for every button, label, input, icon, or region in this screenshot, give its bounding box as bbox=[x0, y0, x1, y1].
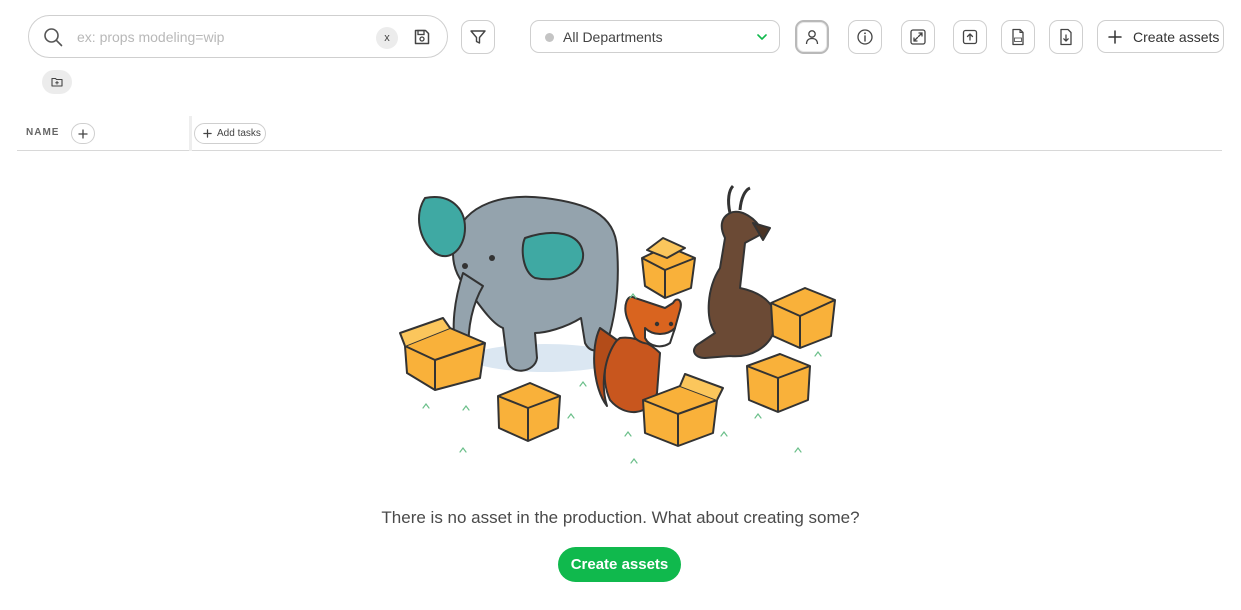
table-header: NAME Add tasks bbox=[17, 116, 1222, 151]
filter-button[interactable] bbox=[461, 20, 495, 54]
create-assets-label: Create assets bbox=[1133, 28, 1220, 45]
add-tasks-label: Add tasks bbox=[217, 128, 261, 139]
export-csv-button[interactable] bbox=[1001, 20, 1035, 54]
department-color-dot bbox=[545, 33, 554, 42]
info-button[interactable] bbox=[848, 20, 882, 54]
filter-icon bbox=[470, 30, 486, 44]
department-select-label: All Departments bbox=[563, 29, 663, 45]
search-input[interactable] bbox=[77, 26, 367, 48]
clear-search-button[interactable]: x bbox=[376, 27, 398, 49]
add-folder-button[interactable] bbox=[42, 70, 72, 94]
empty-state-illustration bbox=[399, 184, 836, 464]
search-box: x bbox=[28, 15, 448, 58]
plus-icon bbox=[78, 128, 88, 139]
download-file-icon bbox=[1060, 28, 1072, 46]
upload-icon bbox=[962, 29, 978, 45]
plus-icon bbox=[203, 129, 212, 138]
chevron-down-icon bbox=[757, 34, 767, 40]
toolbar: x All Departments bbox=[0, 0, 1241, 70]
save-icon bbox=[414, 29, 430, 45]
expand-icon bbox=[910, 29, 926, 45]
create-assets-primary-button[interactable]: Create assets bbox=[558, 547, 681, 582]
csv-file-icon bbox=[1012, 28, 1024, 46]
add-column-button[interactable] bbox=[71, 123, 95, 144]
add-tasks-button[interactable]: Add tasks bbox=[194, 123, 266, 144]
empty-state-message: There is no asset in the production. Wha… bbox=[381, 508, 860, 527]
column-divider bbox=[189, 116, 192, 151]
assignment-toggle-button[interactable] bbox=[795, 20, 829, 54]
name-column-header[interactable]: NAME bbox=[26, 127, 59, 138]
expand-button[interactable] bbox=[901, 20, 935, 54]
info-icon bbox=[857, 29, 873, 45]
create-assets-button[interactable]: Create assets bbox=[1097, 20, 1224, 53]
folder-icon bbox=[51, 77, 63, 87]
save-search-button[interactable] bbox=[411, 26, 433, 48]
department-select[interactable]: All Departments bbox=[530, 20, 780, 53]
user-icon bbox=[805, 30, 819, 45]
download-button[interactable] bbox=[1049, 20, 1083, 54]
search-icon bbox=[44, 28, 63, 47]
import-button[interactable] bbox=[953, 20, 987, 54]
plus-icon bbox=[1108, 29, 1122, 44]
